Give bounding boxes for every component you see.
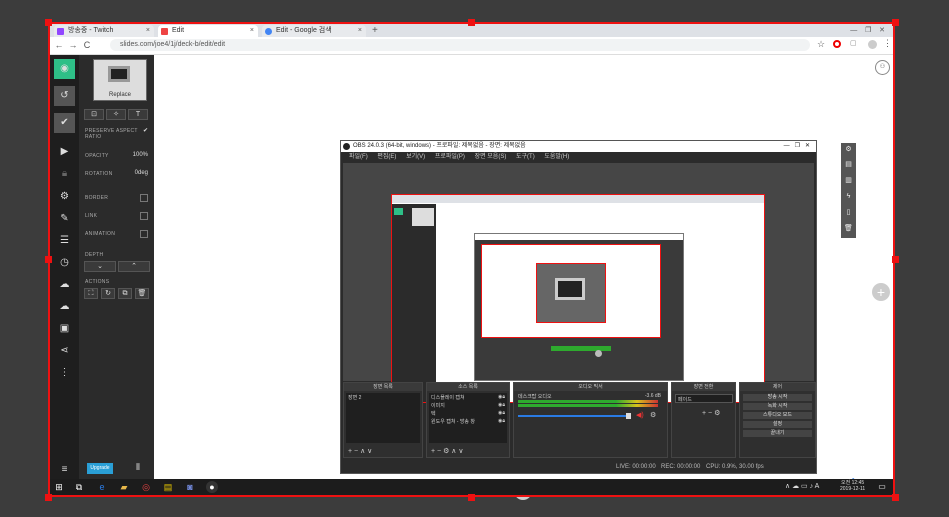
resize-handle[interactable] [892,19,899,26]
resize-handle[interactable] [892,494,899,501]
resize-handle[interactable] [468,19,475,26]
selection-frame[interactable] [48,22,895,497]
resize-handle[interactable] [892,256,899,263]
resize-handle[interactable] [468,494,475,501]
resize-handle[interactable] [45,494,52,501]
resize-handle[interactable] [45,19,52,26]
resize-handle[interactable] [45,256,52,263]
